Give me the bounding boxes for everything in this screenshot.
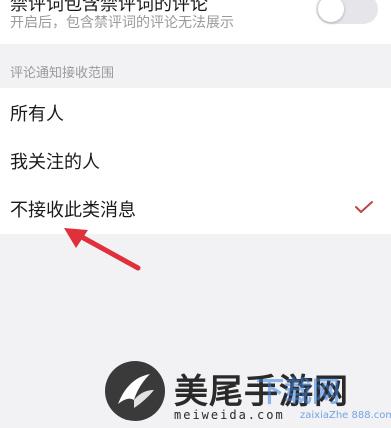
checkmark-icon <box>355 201 373 213</box>
settings-screen: 禁评词包含禁评词的评论 开启后，包含禁评词的评论无法展示 评论通知接收范围 所有… <box>0 0 391 428</box>
section-header: 评论通知接收范围 <box>10 66 115 81</box>
red-arrow-icon <box>64 228 141 271</box>
watermark: 美尾手游网 下载网 meiweida.com zaixiaZhe 888.com <box>104 358 391 428</box>
ban-words-toggle[interactable] <box>316 0 378 24</box>
toggle-knob <box>318 0 344 22</box>
watermark-domain: meiweida.com <box>174 408 285 422</box>
option-following[interactable]: 我关注的人 <box>0 136 391 184</box>
notification-scope-list: 所有人 我关注的人 不接收此类消息 <box>0 88 391 234</box>
option-everyone[interactable]: 所有人 <box>0 88 391 136</box>
watermark-logo-icon <box>105 361 165 421</box>
option-label: 不接收此类消息 <box>10 200 136 221</box>
watermark-ghost-text: 下载网 <box>256 375 341 408</box>
option-label: 我关注的人 <box>10 152 100 173</box>
setting-hint: 开启后，包含禁评词的评论无法展示 <box>10 15 234 31</box>
watermark-small-text: zaixiaZhe 888.com <box>300 410 391 421</box>
ban-words-setting-card: 禁评词包含禁评词的评论 开启后，包含禁评词的评论无法展示 <box>0 0 391 44</box>
option-label: 所有人 <box>10 104 64 125</box>
